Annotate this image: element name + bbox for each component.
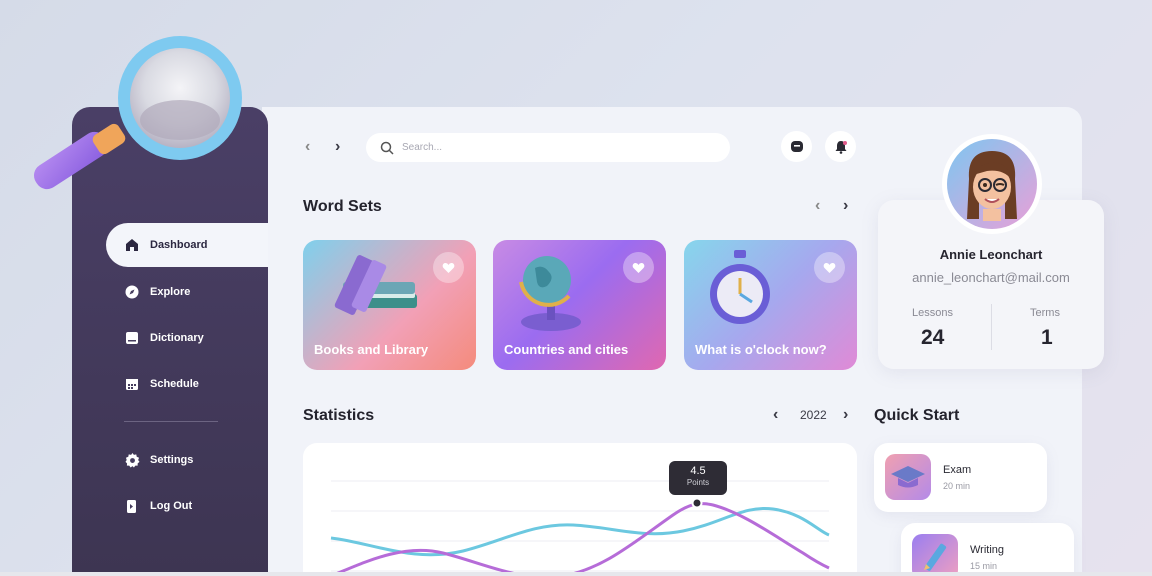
heart-icon [823,262,836,273]
sidebar-item-label: Dictionary [150,332,204,344]
word-set-card-countries[interactable]: Countries and cities [493,240,666,370]
lessons-value: 24 [921,326,945,349]
sidebar-item-label: Settings [150,454,194,466]
notifications-button[interactable] [825,131,856,162]
series-line-cyan [330,506,830,557]
stopwatch-icon [710,250,770,324]
search-input[interactable] [402,142,702,153]
word-set-card-books[interactable]: Books and Library [303,240,476,370]
messages-button[interactable] [781,131,812,162]
favorite-button[interactable] [433,252,464,283]
search-bar [366,133,730,162]
tooltip-label: Points [686,478,710,487]
sidebar-item-logout[interactable]: Log Out [106,484,268,528]
word-set-label: Books and Library [314,342,429,357]
globe-icon [519,256,581,331]
quick-start-item-title: Writing [970,544,1005,556]
forward-arrow-icon[interactable]: › [335,138,340,156]
avatar[interactable] [942,134,1042,234]
quick-start-title: Quick Start [874,407,960,424]
quick-start-exam[interactable]: Exam 20 min [874,443,1047,512]
word-set-label: What is o'clock now? [695,342,827,357]
word-set-card-clock[interactable]: What is o'clock now? [684,240,857,370]
sidebar-item-label: Dashboard [150,239,208,251]
home-icon [124,237,140,253]
pencil-icon [912,534,958,576]
sidebar-item-label: Log Out [150,500,193,512]
word-set-label: Countries and cities [504,342,629,357]
chat-icon [790,140,803,152]
books-icon [334,255,417,315]
graduation-cap-icon [885,454,931,500]
sidebar-item-label: Explore [150,286,191,298]
avatar-face [967,151,1017,221]
favorite-button[interactable] [623,252,654,283]
series-line-purple [330,502,830,576]
stat-divider [991,304,992,350]
compass-icon [124,284,140,300]
sidebar-item-dictionary[interactable]: Dictionary [106,316,268,360]
quick-start-item-title: Exam [943,464,972,476]
profile-email: annie_leonchart@mail.com [912,270,1070,285]
chart-tooltip: 4.5 Points [669,461,727,495]
year-prev-icon[interactable]: ‹ [773,406,778,424]
chart-point[interactable] [691,497,703,509]
terms-label: Terms [1030,307,1060,319]
heart-icon [632,262,645,273]
calendar-icon [124,376,140,392]
word-sets-prev-icon[interactable]: ‹ [815,197,820,215]
profile-name: Annie Leonchart [939,247,1043,262]
statistics-chart [303,443,857,576]
tooltip-value: 4.5 [690,465,706,477]
back-arrow-icon[interactable]: ‹ [305,138,310,156]
sidebar-divider [124,421,218,422]
magnifier-illustration [33,36,242,190]
bell-icon [835,140,847,154]
lessons-label: Lessons [912,307,953,319]
search-icon [380,141,394,155]
sidebar-item-settings[interactable]: Settings [106,438,268,482]
quick-start-writing[interactable]: Writing 15 min [901,523,1074,576]
word-sets-title: Word Sets [303,198,382,215]
sidebar-item-schedule[interactable]: Schedule [106,362,268,406]
year-next-icon[interactable]: › [843,406,848,424]
quick-start-item-duration: 15 min [970,561,998,571]
logout-icon [124,498,140,514]
year-selector: 2022 [800,408,827,422]
book-icon [124,330,140,346]
terms-value: 1 [1041,326,1053,349]
sidebar-item-explore[interactable]: Explore [106,270,268,314]
bottom-bar [0,572,1152,576]
word-sets-next-icon[interactable]: › [843,197,848,215]
quick-start-item-duration: 20 min [943,481,971,491]
gear-icon [124,452,140,468]
sidebar-item-label: Schedule [150,378,199,390]
heart-icon [442,262,455,273]
favorite-button[interactable] [814,252,845,283]
statistics-title: Statistics [303,407,375,424]
sidebar-item-dashboard[interactable]: Dashboard [106,223,268,267]
